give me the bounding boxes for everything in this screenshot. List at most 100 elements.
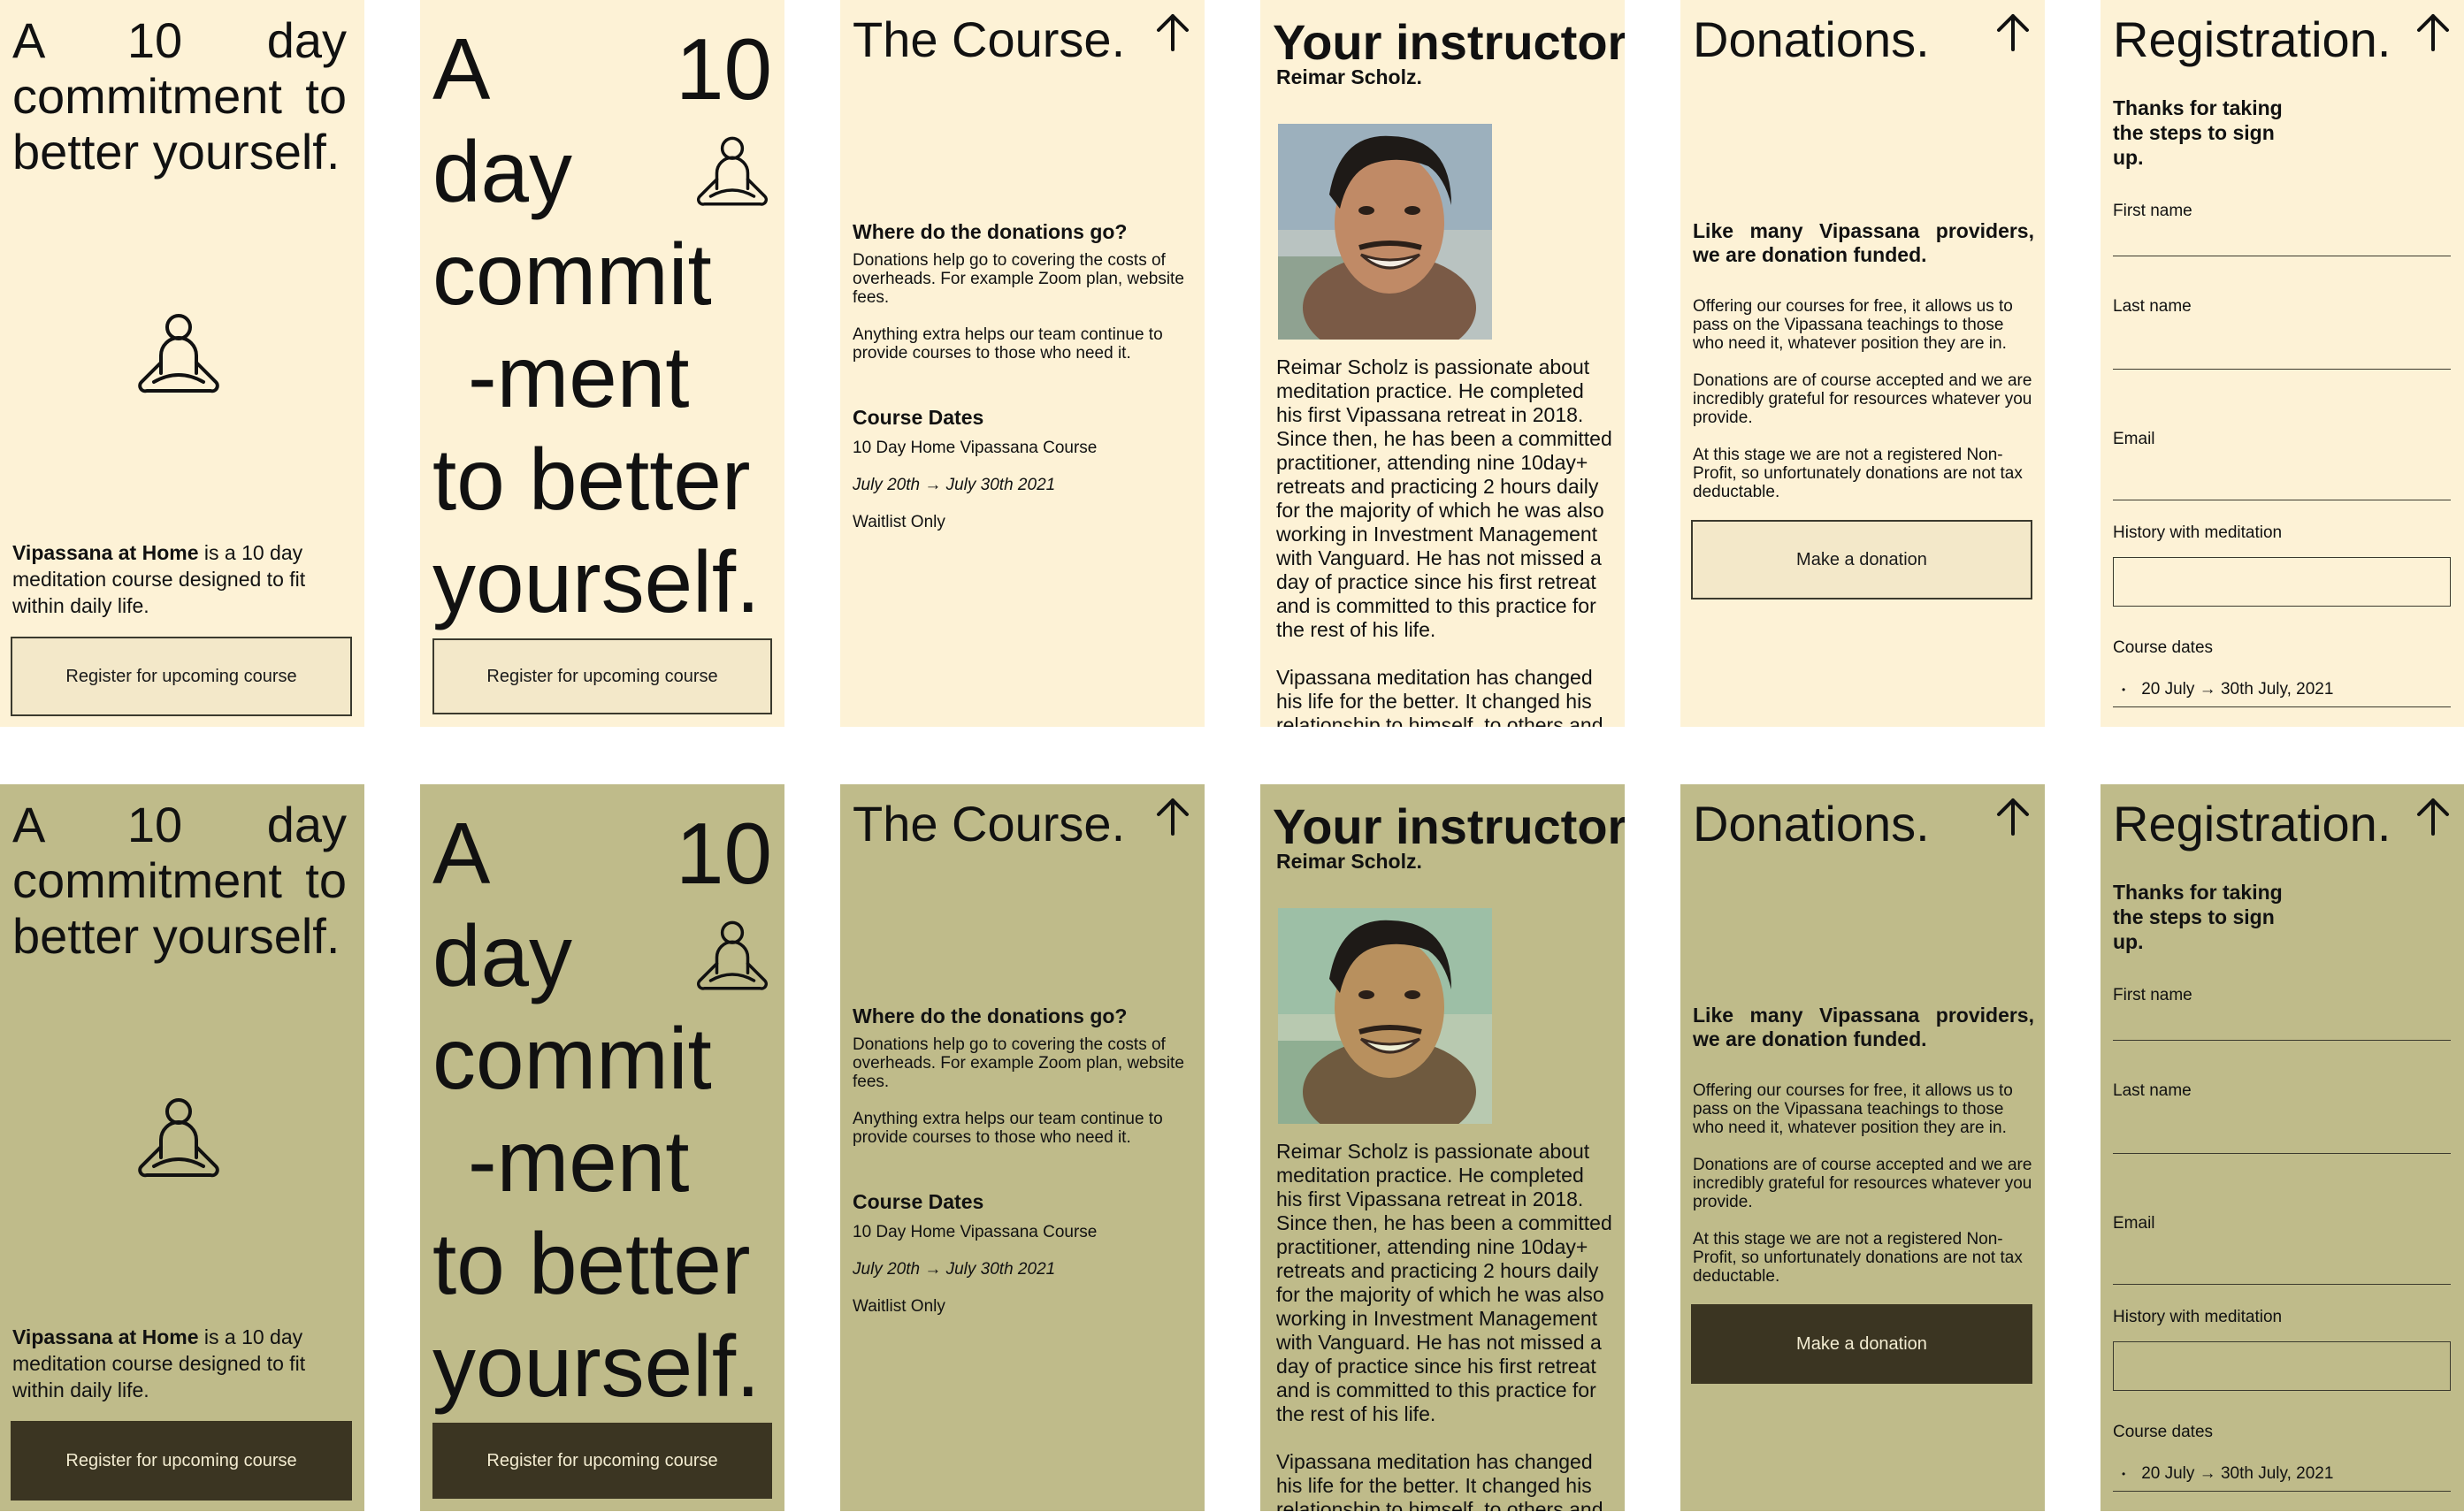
instructor-bio: Reimar Scholz is passionate about medita…	[1276, 1140, 1612, 1511]
registration-screen-cream: Registration. Thanks for taking the step…	[2101, 0, 2464, 727]
donations-title: Donations.	[1693, 11, 1930, 67]
register-button[interactable]: Register for upcoming course	[432, 1423, 772, 1499]
course-dates-value: 20 July → 30th July, 2021	[2141, 679, 2334, 699]
meditation-person-icon	[696, 920, 769, 990]
bullet-icon: •	[2122, 683, 2126, 696]
course-title: The Course.	[853, 11, 1126, 67]
hero-title: A 10 day commitment to better yourself.	[12, 797, 347, 964]
email-label: Email	[2113, 430, 2155, 448]
donations-paragraph-1: Offering our courses for free, it allows…	[1693, 1081, 2013, 1137]
hero-word-ment: -ment	[468, 328, 690, 425]
course-dates-heading: Course Dates	[853, 406, 984, 429]
instructor-screen-olive: Your instructor. Reimar Scholz. Reimar S…	[1260, 784, 1625, 1511]
hero-blurb-brand: Vipassana at Home	[12, 541, 199, 564]
registration-thanks: Thanks for taking the steps to sign up.	[2113, 96, 2283, 169]
donations-paragraph-2: Donations are of course accepted and we …	[1693, 371, 2032, 427]
register-button[interactable]: Register for upcoming course	[11, 1421, 352, 1501]
last-name-label: Last name	[2113, 1081, 2192, 1100]
last-name-label: Last name	[2113, 297, 2192, 316]
email-field[interactable]	[2113, 470, 2451, 500]
donations-screen-olive: Donations. Like many Vipassana providers…	[1680, 784, 2045, 1511]
course-dates-heading: Course Dates	[853, 1190, 984, 1213]
instructor-name: Reimar Scholz.	[1276, 65, 1422, 88]
arrow-up-icon[interactable]	[1153, 12, 1192, 51]
first-name-field[interactable]	[2113, 1011, 2451, 1041]
hero-large-screen-olive: A 10 day commit -ment to better yourself.…	[420, 784, 784, 1511]
hero-blurb: Vipassana at Home is a 10 day meditation…	[12, 1324, 331, 1403]
hero-large-title: A 10 day commit -ment to better yourself.	[432, 802, 772, 1417]
instructor-bio-paragraph-1: Reimar Scholz is passionate about medita…	[1276, 1140, 1612, 1425]
donate-button[interactable]: Make a donation	[1691, 1304, 2032, 1384]
donations-paragraph-3: At this stage we are not a registered No…	[1693, 446, 2023, 501]
last-name-field[interactable]	[2113, 340, 2451, 370]
donations-paragraph-3: At this stage we are not a registered No…	[1693, 1230, 2023, 1286]
history-label: History with meditation	[2113, 1308, 2283, 1326]
course-dates-select[interactable]: • 20 July → 30th July, 2021	[2113, 1456, 2451, 1492]
course-date-range: July 20th → July 30th 2021	[853, 476, 1056, 494]
instructor-portrait	[1278, 908, 1492, 1124]
course-name: 10 Day Home Vipassana Course	[853, 1223, 1098, 1241]
registration-thanks: Thanks for taking the steps to sign up.	[2113, 881, 2283, 953]
hero-word-10: 10	[675, 805, 772, 902]
hero-word-10: 10	[675, 20, 772, 118]
donations-question: Where do the donations go?	[853, 220, 1128, 243]
donations-title: Donations.	[1693, 796, 1930, 851]
hero-word-day: day	[432, 907, 573, 1004]
donations-lead: Like many Vipassana providers, we are do…	[1693, 1004, 2034, 1050]
course-title: The Course.	[853, 796, 1126, 851]
course-date-range: July 20th → July 30th 2021	[853, 1260, 1056, 1279]
history-textarea[interactable]	[2113, 557, 2451, 607]
bullet-icon: •	[2122, 1467, 2126, 1480]
donations-explainer-2: Anything extra helps our team continue t…	[853, 1110, 1163, 1147]
donations-lead: Like many Vipassana providers, we are do…	[1693, 219, 2034, 266]
hero-word-to-better: to better	[432, 431, 751, 528]
arrow-up-icon[interactable]	[1993, 12, 2032, 51]
course-dates-label: Course dates	[2113, 1423, 2214, 1441]
hero-screen-olive: A 10 day commitment to better yourself. …	[0, 784, 364, 1511]
course-screen-cream: The Course. Where do the donations go? D…	[840, 0, 1205, 727]
hero-word-a: A	[432, 805, 491, 902]
registration-title: Registration.	[2113, 796, 2391, 851]
meditation-person-icon	[138, 314, 219, 393]
hero-word-commit: commit	[432, 1010, 712, 1107]
course-availability: Waitlist Only	[853, 1297, 945, 1316]
donations-question: Where do the donations go?	[853, 1004, 1128, 1027]
course-dates-label: Course dates	[2113, 638, 2214, 657]
instructor-bio-paragraph-2: Vipassana meditation has changed his lif…	[1276, 1450, 1603, 1511]
hero-word-ment: -ment	[468, 1112, 690, 1210]
arrow-up-icon[interactable]	[2414, 797, 2453, 836]
donations-explainer-1: Donations help go to covering the costs …	[853, 1035, 1184, 1091]
email-field[interactable]	[2113, 1255, 2451, 1285]
arrow-up-icon[interactable]	[1993, 797, 2032, 836]
first-name-label: First name	[2113, 202, 2192, 220]
first-name-field[interactable]	[2113, 226, 2451, 256]
donations-explainer-2: Anything extra helps our team continue t…	[853, 325, 1163, 363]
hero-title: A 10 day commitment to better yourself.	[12, 12, 347, 179]
instructor-screen-cream: Your instructor. Reimar Scholz. Reimar S…	[1260, 0, 1625, 727]
course-screen-olive: The Course. Where do the donations go? D…	[840, 784, 1205, 1511]
first-name-label: First name	[2113, 986, 2192, 1004]
last-name-field[interactable]	[2113, 1124, 2451, 1154]
instructor-title: Your instructor.	[1273, 14, 1625, 70]
history-textarea[interactable]	[2113, 1341, 2451, 1391]
email-label: Email	[2113, 1214, 2155, 1233]
register-button[interactable]: Register for upcoming course	[432, 638, 772, 714]
instructor-bio-paragraph-1: Reimar Scholz is passionate about medita…	[1276, 355, 1612, 641]
arrow-up-icon[interactable]	[2414, 12, 2453, 51]
donate-button[interactable]: Make a donation	[1691, 520, 2032, 599]
instructor-portrait	[1278, 124, 1492, 340]
hero-large-screen-cream: A 10 day commit -ment to better yourself.…	[420, 0, 784, 727]
instructor-bio-paragraph-2: Vipassana meditation has changed his lif…	[1276, 666, 1603, 727]
arrow-up-icon[interactable]	[1153, 797, 1192, 836]
course-dates-select[interactable]: • 20 July → 30th July, 2021	[2113, 672, 2451, 707]
hero-word-a: A	[432, 20, 491, 118]
register-button[interactable]: Register for upcoming course	[11, 637, 352, 716]
hero-word-yourself: yourself.	[432, 1317, 761, 1415]
hero-word-to-better: to better	[432, 1215, 751, 1312]
registration-screen-olive: Registration. Thanks for taking the step…	[2101, 784, 2464, 1511]
hero-word-yourself: yourself.	[432, 533, 761, 630]
donations-explainer-1: Donations help go to covering the costs …	[853, 251, 1184, 307]
course-name: 10 Day Home Vipassana Course	[853, 439, 1098, 457]
hero-blurb: Vipassana at Home is a 10 day meditation…	[12, 539, 331, 619]
meditation-person-icon	[138, 1098, 219, 1178]
